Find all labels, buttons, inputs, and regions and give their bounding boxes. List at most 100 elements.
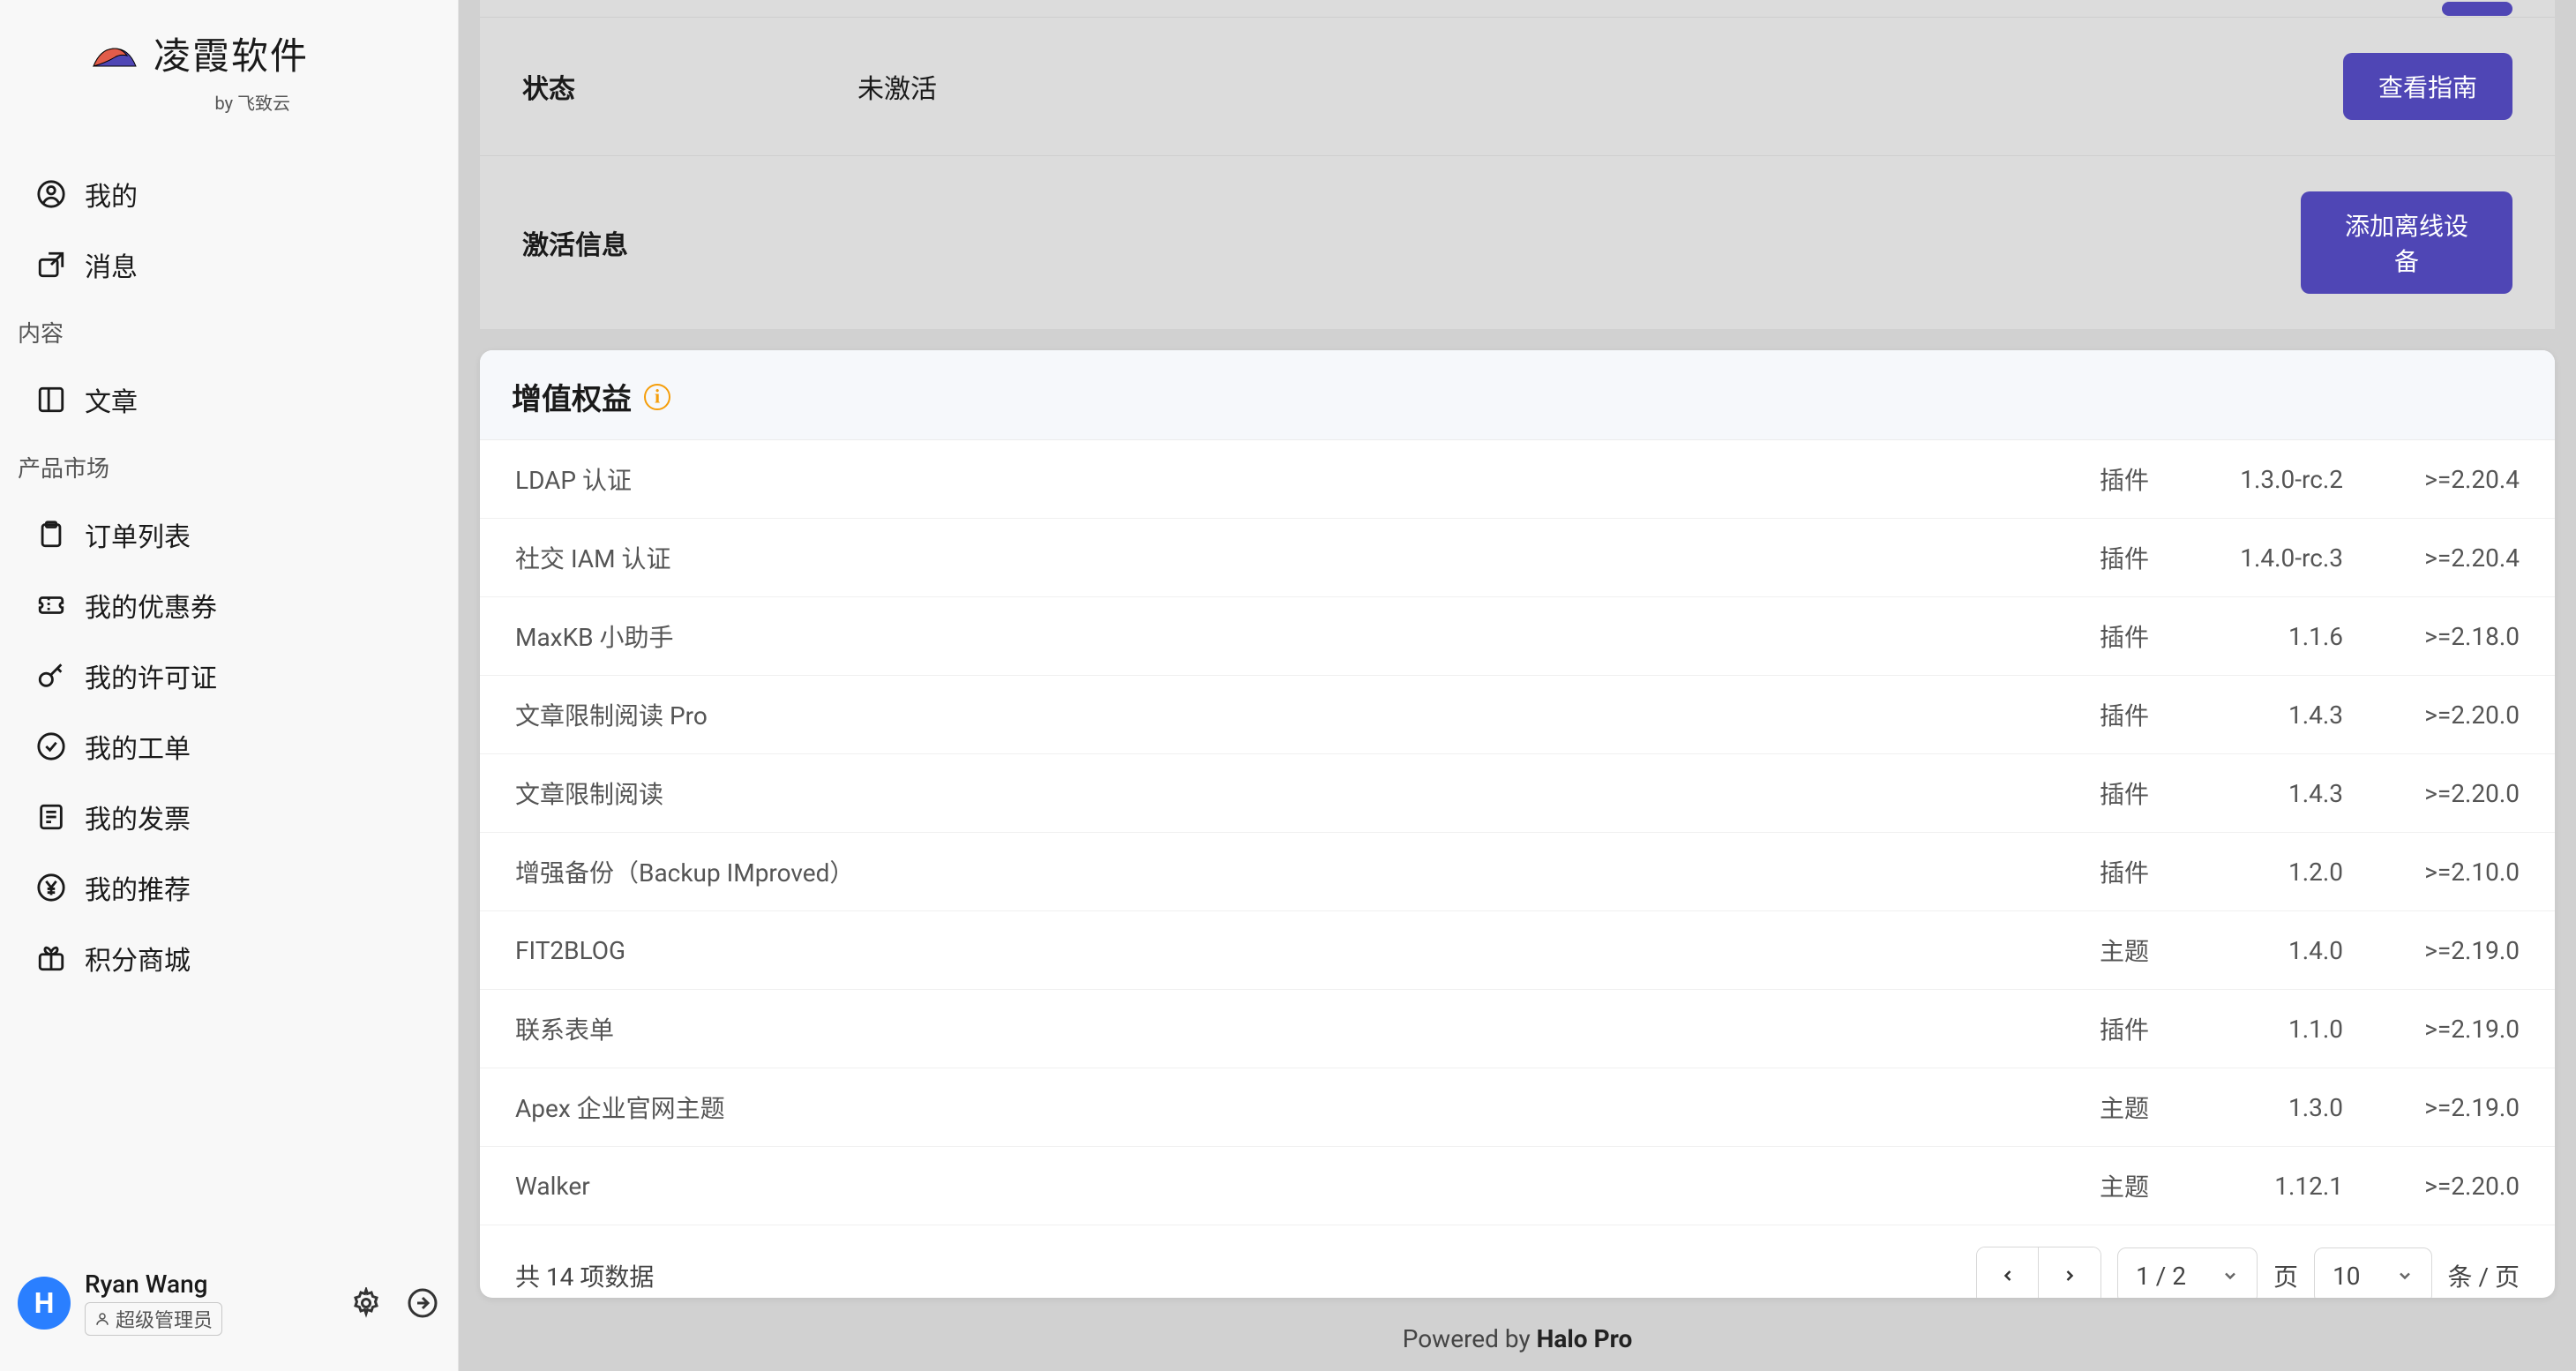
receipt-icon [35, 801, 67, 833]
sidebar-item-coupons[interactable]: 我的优惠券 [0, 570, 458, 641]
table-row[interactable]: 社交 IAM 认证插件1.4.0-rc.3>=2.20.4 [480, 519, 2555, 597]
page-label: 页 [2273, 1258, 2298, 1293]
card-header: 增值权益 [480, 350, 2555, 440]
sidebar-section-content: 内容 [0, 300, 458, 364]
row-version: 1.2.0 [2149, 858, 2343, 887]
row-name: Walker [515, 1172, 2043, 1201]
sidebar-item-label: 消息 [85, 245, 138, 284]
sidebar-item-referral[interactable]: 我的推荐 [0, 852, 458, 923]
row-type: 主题 [2043, 1168, 2149, 1203]
info-label: 激活信息 [522, 223, 857, 262]
sidebar-item-label: 我的发票 [85, 798, 191, 836]
row-type: 插件 [2043, 1011, 2149, 1046]
row-requirement: >=2.20.4 [2343, 543, 2520, 573]
row-requirement: >=2.19.0 [2343, 1015, 2520, 1044]
chevron-down-icon [2396, 1262, 2414, 1291]
row-requirement: >=2.20.0 [2343, 700, 2520, 730]
page-select[interactable]: 1 / 2 [2117, 1247, 2258, 1298]
avatar[interactable]: H [18, 1277, 71, 1330]
row-version: 1.4.0 [2149, 936, 2343, 965]
sidebar-item-points-mall[interactable]: 积分商城 [0, 923, 458, 993]
sidebar-item-articles[interactable]: 文章 [0, 364, 458, 435]
chevron-left-icon [1999, 1267, 2017, 1285]
row-type: 插件 [2043, 775, 2149, 811]
table-row[interactable]: FIT2BLOG主题1.4.0>=2.19.0 [480, 911, 2555, 990]
main-content: 状态 未激活 查看指南 激活信息 添加离线设备 增值权益 LDAP 认证插件1.… [459, 0, 2576, 1371]
row-version: 1.3.0-rc.2 [2149, 465, 2343, 494]
user-circle-icon [35, 178, 67, 210]
card-title: 增值权益 [512, 375, 632, 418]
user-meta: Ryan Wang 超级管理员 [85, 1270, 334, 1336]
logout-button[interactable] [405, 1285, 440, 1321]
sidebar-item-messages[interactable]: 消息 [0, 229, 458, 300]
add-offline-device-button[interactable]: 添加离线设备 [2301, 191, 2512, 294]
sidebar-item-label: 文章 [85, 380, 138, 419]
user-role-badge: 超级管理员 [85, 1302, 222, 1336]
row-name: MaxKB 小助手 [515, 618, 2043, 654]
sidebar-item-licenses[interactable]: 我的许可证 [0, 641, 458, 711]
brand-subtitle: by 飞致云 [0, 89, 458, 115]
sidebar-item-label: 我的工单 [85, 727, 191, 766]
cutoff-button[interactable] [2442, 2, 2512, 16]
row-name: 增强备份（Backup IMproved） [515, 854, 2043, 889]
sidebar-footer: H Ryan Wang 超级管理员 [0, 1243, 458, 1371]
sidebar-item-invoices[interactable]: 我的发票 [0, 782, 458, 852]
gift-icon [35, 942, 67, 974]
sidebar: 凌霞软件 by 飞致云 我的 消息 内容 文章 产品市场 订单列表 我的优惠券 [0, 0, 459, 1371]
row-requirement: >=2.20.0 [2343, 1172, 2520, 1201]
layout-icon [35, 384, 67, 416]
table-row[interactable]: Apex 企业官网主题主题1.3.0>=2.19.0 [480, 1068, 2555, 1147]
view-guide-button[interactable]: 查看指南 [2343, 53, 2512, 120]
chevron-right-icon [2061, 1267, 2078, 1285]
prev-page-button[interactable] [1977, 1247, 2039, 1298]
row-type: 插件 [2043, 540, 2149, 575]
logout-icon [407, 1287, 438, 1319]
row-requirement: >=2.19.0 [2343, 1093, 2520, 1122]
next-page-button[interactable] [2039, 1247, 2100, 1298]
settings-button[interactable] [348, 1285, 384, 1321]
sidebar-item-tickets[interactable]: 我的工单 [0, 711, 458, 782]
benefits-card: 增值权益 LDAP 认证插件1.3.0-rc.2>=2.20.4社交 IAM 认… [480, 350, 2555, 1298]
benefits-table: LDAP 认证插件1.3.0-rc.2>=2.20.4社交 IAM 认证插件1.… [480, 440, 2555, 1225]
row-name: 联系表单 [515, 1011, 2043, 1046]
page-size-select[interactable]: 10 [2314, 1247, 2431, 1298]
pagination-bar: 共 14 项数据 1 / 2 页 [480, 1225, 2555, 1298]
info-row-activation: 激活信息 添加离线设备 [480, 156, 2555, 329]
brand: 凌霞软件 [0, 26, 458, 80]
sidebar-item-orders[interactable]: 订单列表 [0, 499, 458, 570]
table-row[interactable]: Walker主题1.12.1>=2.20.0 [480, 1147, 2555, 1225]
info-icon[interactable] [644, 384, 670, 410]
row-type: 插件 [2043, 461, 2149, 497]
row-version: 1.12.1 [2149, 1172, 2343, 1201]
gear-icon [350, 1287, 382, 1319]
row-version: 1.4.0-rc.3 [2149, 543, 2343, 573]
brand-name: 凌霞软件 [154, 26, 309, 80]
yen-circle-icon [35, 872, 67, 903]
table-row[interactable]: LDAP 认证插件1.3.0-rc.2>=2.20.4 [480, 440, 2555, 519]
row-requirement: >=2.10.0 [2343, 858, 2520, 887]
info-row-cutoff [480, 0, 2555, 18]
table-row[interactable]: 文章限制阅读 Pro插件1.4.3>=2.20.0 [480, 676, 2555, 754]
row-requirement: >=2.19.0 [2343, 936, 2520, 965]
row-requirement: >=2.20.0 [2343, 779, 2520, 808]
sidebar-item-label: 我的优惠券 [85, 586, 217, 625]
brand-logo-icon [88, 36, 141, 71]
row-version: 1.4.3 [2149, 779, 2343, 808]
info-row-status: 状态 未激活 查看指南 [480, 18, 2555, 156]
pagination-total: 共 14 项数据 [515, 1258, 1976, 1293]
info-value: 未激活 [857, 67, 2301, 106]
page-size-suffix: 条 / 页 [2448, 1258, 2520, 1293]
sidebar-item-mine[interactable]: 我的 [0, 159, 458, 229]
table-row[interactable]: 增强备份（Backup IMproved）插件1.2.0>=2.10.0 [480, 833, 2555, 911]
row-type: 插件 [2043, 618, 2149, 654]
sidebar-item-label: 积分商城 [85, 939, 191, 978]
table-row[interactable]: 文章限制阅读插件1.4.3>=2.20.0 [480, 754, 2555, 833]
sidebar-item-label: 我的推荐 [85, 868, 191, 907]
row-requirement: >=2.20.4 [2343, 465, 2520, 494]
table-row[interactable]: 联系表单插件1.1.0>=2.19.0 [480, 990, 2555, 1068]
export-icon [35, 249, 67, 281]
row-version: 1.3.0 [2149, 1093, 2343, 1122]
row-requirement: >=2.18.0 [2343, 622, 2520, 651]
chevron-down-icon [2221, 1262, 2239, 1291]
table-row[interactable]: MaxKB 小助手插件1.1.6>=2.18.0 [480, 597, 2555, 676]
